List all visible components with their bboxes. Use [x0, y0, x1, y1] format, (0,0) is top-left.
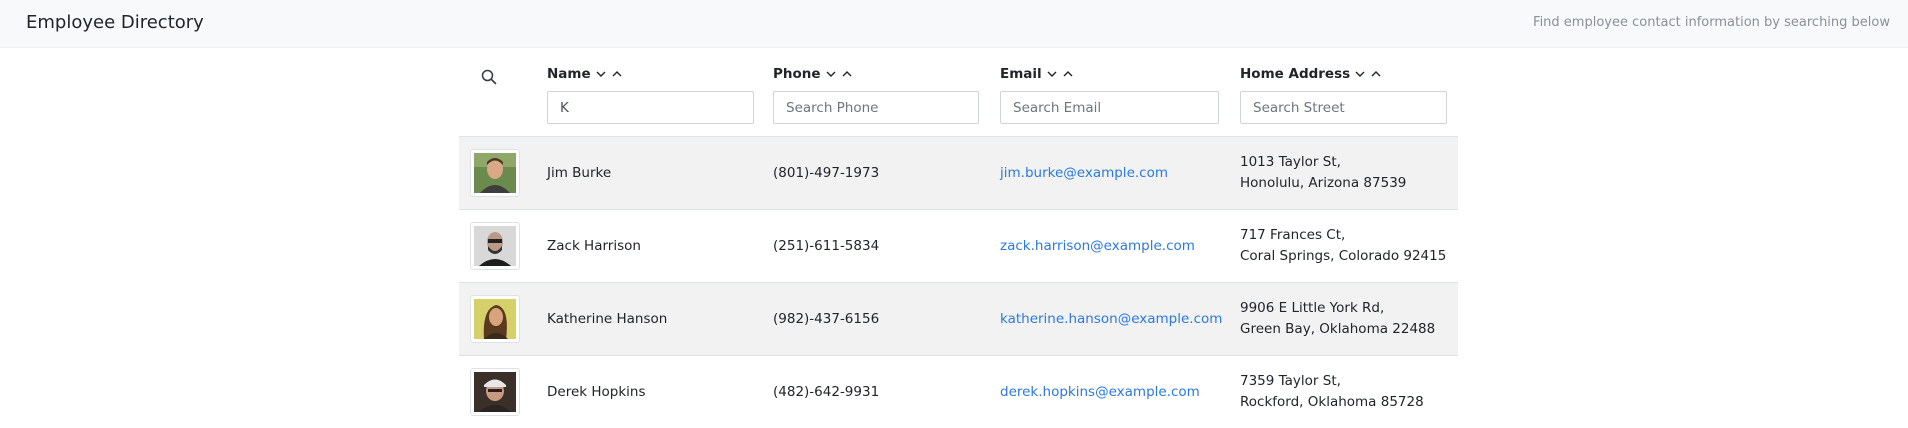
employee-phone: (482)-642-9931	[773, 384, 880, 400]
employee-photo	[474, 153, 516, 193]
address-city: Coral Springs, Colorado 92415	[1240, 248, 1447, 264]
employee-photo	[474, 226, 516, 266]
sort-ascending-icon[interactable]	[1370, 68, 1382, 80]
column-header-email: Email	[1000, 66, 1042, 82]
avatar	[470, 149, 520, 197]
employee-name: Derek Hopkins	[547, 384, 646, 400]
column-header-home-address: Home Address	[1240, 66, 1351, 82]
employee-phone: (801)-497-1973	[773, 165, 880, 181]
table-row: Derek Hopkins (482)-642-9931 derek.hopki…	[459, 355, 1458, 428]
app-title[interactable]: Employee Directory	[26, 12, 204, 33]
employee-email-link[interactable]: derek.hopkins@example.com	[1000, 356, 1200, 428]
address-street: 7359 Taylor St,	[1240, 373, 1341, 389]
employee-email-link[interactable]: katherine.hanson@example.com	[1000, 283, 1222, 355]
name-filter-input[interactable]	[547, 91, 754, 124]
employee-table: Name Phone Email Home Addr	[459, 55, 1458, 428]
avatar	[470, 295, 520, 343]
avatar	[470, 368, 520, 416]
sort-descending-icon[interactable]	[595, 68, 607, 80]
employee-name: Katherine Hanson	[547, 311, 668, 327]
sort-ascending-icon[interactable]	[1062, 68, 1074, 80]
employee-address: 1013 Taylor St, Honolulu, Arizona 87539	[1240, 137, 1406, 209]
employee-name: Zack Harrison	[547, 238, 641, 254]
sort-ascending-icon[interactable]	[611, 68, 623, 80]
table-header: Name Phone Email Home Addr	[459, 55, 1458, 136]
employee-phone: (982)-437-6156	[773, 311, 880, 327]
address-city: Green Bay, Oklahoma 22488	[1240, 321, 1436, 337]
table-row: Jim Burke (801)-497-1973 jim.burke@examp…	[459, 136, 1458, 209]
table-body: Jim Burke (801)-497-1973 jim.burke@examp…	[459, 136, 1458, 428]
sort-descending-icon[interactable]	[1046, 68, 1058, 80]
top-navbar: Employee Directory Find employee contact…	[0, 0, 1908, 48]
street-filter-input[interactable]	[1240, 91, 1447, 124]
address-street: 717 Frances Ct,	[1240, 227, 1346, 243]
address-street: 9906 E Little York Rd,	[1240, 300, 1385, 316]
address-city: Rockford, Oklahoma 85728	[1240, 394, 1424, 410]
search-icon	[481, 69, 497, 85]
address-city: Honolulu, Arizona 87539	[1240, 175, 1407, 191]
avatar	[470, 222, 520, 270]
employee-email-link[interactable]: jim.burke@example.com	[1000, 137, 1168, 209]
column-header-name: Name	[547, 66, 591, 82]
table-row: Katherine Hanson (982)-437-6156 katherin…	[459, 282, 1458, 355]
address-street: 1013 Taylor St,	[1240, 154, 1341, 170]
employee-address: 717 Frances Ct, Coral Springs, Colorado …	[1240, 210, 1446, 282]
employee-address: 7359 Taylor St, Rockford, Oklahoma 85728	[1240, 356, 1424, 428]
employee-photo	[474, 372, 516, 412]
employee-email-link[interactable]: zack.harrison@example.com	[1000, 210, 1195, 282]
email-filter-input[interactable]	[1000, 91, 1219, 124]
app-tagline: Find employee contact information by sea…	[1533, 15, 1890, 30]
sort-descending-icon[interactable]	[825, 68, 837, 80]
employee-address: 9906 E Little York Rd, Green Bay, Oklaho…	[1240, 283, 1435, 355]
column-header-phone: Phone	[773, 66, 821, 82]
employee-phone: (251)-611-5834	[773, 238, 880, 254]
table-row: Zack Harrison (251)-611-5834 zack.harris…	[459, 209, 1458, 282]
employee-name: Jim Burke	[547, 165, 612, 181]
sort-ascending-icon[interactable]	[841, 68, 853, 80]
phone-filter-input[interactable]	[773, 91, 979, 124]
employee-photo	[474, 299, 516, 339]
sort-descending-icon[interactable]	[1354, 68, 1366, 80]
